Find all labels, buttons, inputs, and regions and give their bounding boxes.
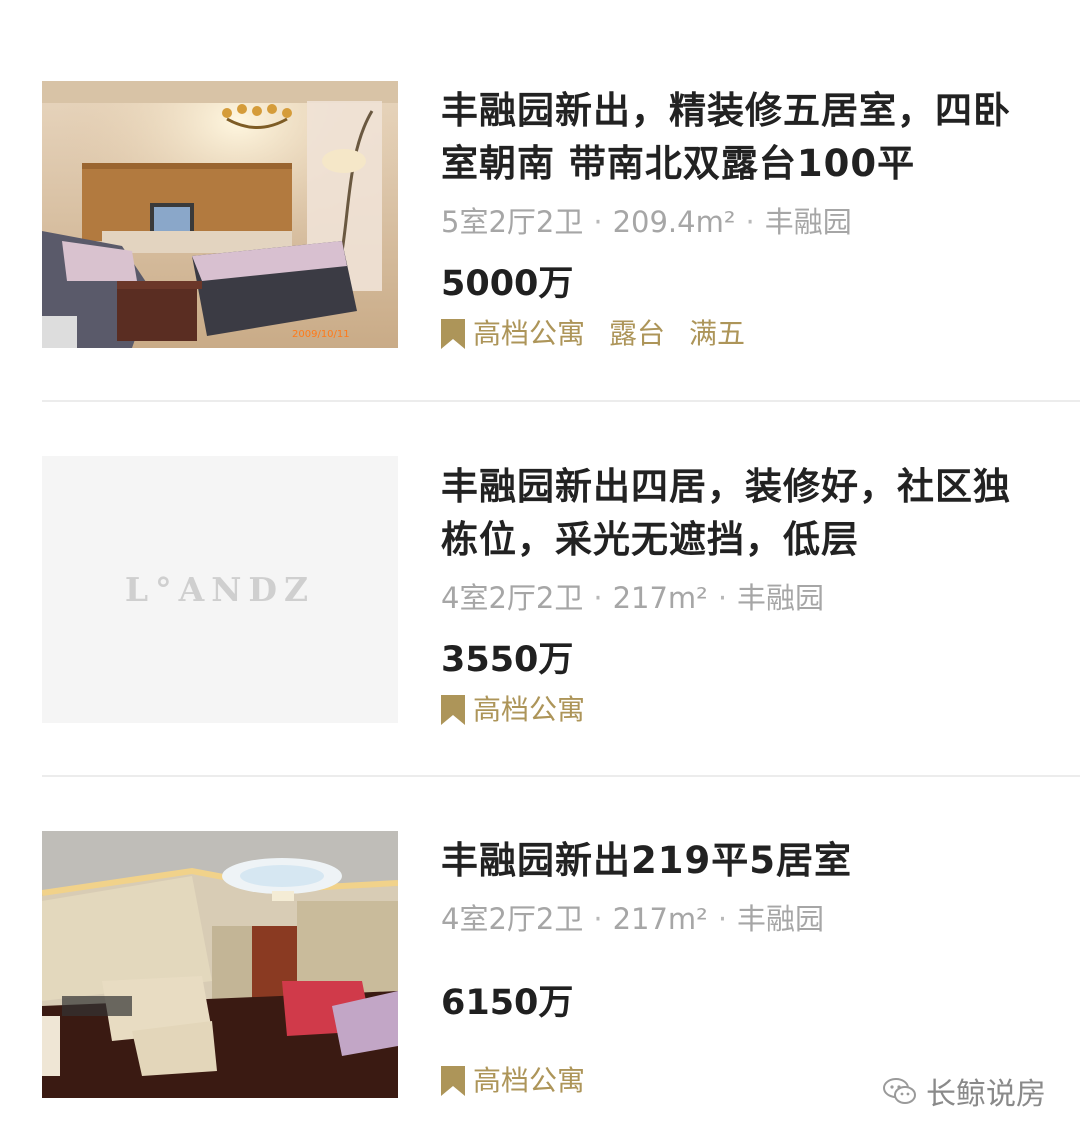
channel-watermark: 长鲸说房 [882, 1069, 1046, 1113]
rooms: 4室2厅2卫 [441, 902, 584, 936]
listing-meta-1: 5室2厅2卫 · 209.4m² · 丰融园 [441, 202, 1041, 242]
separator: · [593, 205, 603, 239]
tag: 露台 [609, 317, 666, 350]
divider [42, 775, 1080, 777]
listing-photo-3[interactable] [42, 831, 398, 1098]
listing-title-2[interactable]: 丰融园新出四居，装修好，社区独栋位，采光无遮挡，低层 [441, 460, 1041, 566]
listing-title-3[interactable]: 丰融园新出219平5居室 [441, 834, 1041, 887]
listing-price-2: 3550万 [441, 640, 574, 680]
brand-logo-placeholder: L°ANDZ [124, 570, 316, 609]
listing-title-1[interactable]: 丰融园新出，精装修五居室，四卧室朝南 带南北双露台100平 [441, 84, 1041, 190]
tag: 高档公寓 [473, 1064, 586, 1097]
listing-price-3: 6150万 [441, 983, 574, 1023]
bookmark-icon [441, 1066, 465, 1096]
bookmark-icon [441, 695, 465, 725]
listing-photo-1[interactable]: 2009/10/11 [42, 81, 398, 348]
separator: · [593, 581, 603, 615]
listing-meta-2: 4室2厅2卫 · 217m² · 丰融园 [441, 578, 1041, 618]
photo-date-stamp: 2009/10/11 [292, 329, 350, 340]
rooms: 5室2厅2卫 [441, 205, 584, 239]
living-room-photo [42, 831, 398, 1098]
listing-price-1: 5000万 [441, 264, 574, 304]
listing-tags-2: 高档公寓 [441, 690, 1041, 730]
tag: 高档公寓 [473, 317, 586, 350]
wechat-icon [883, 1078, 916, 1104]
separator: · [745, 205, 755, 239]
separator: · [593, 902, 603, 936]
area: 209.4m² [612, 205, 736, 239]
separator: · [717, 581, 728, 615]
listing-tags-1: 高档公寓 露台 满五 [441, 314, 1041, 354]
area: 217m² [612, 902, 708, 936]
listing-photo-placeholder-2[interactable]: L°ANDZ [42, 456, 398, 723]
community: 丰融园 [737, 581, 825, 615]
tag: 高档公寓 [473, 693, 586, 726]
bookmark-icon [441, 319, 465, 349]
living-room-photo: 2009/10/11 [42, 81, 398, 348]
community: 丰融园 [764, 205, 852, 239]
area: 217m² [612, 581, 708, 615]
rooms: 4室2厅2卫 [441, 581, 584, 615]
watermark-text: 长鲸说房 [926, 1077, 1046, 1112]
divider [42, 400, 1080, 402]
separator: · [717, 902, 728, 936]
community: 丰融园 [737, 902, 825, 936]
tag: 满五 [689, 317, 746, 350]
listing-meta-3: 4室2厅2卫 · 217m² · 丰融园 [441, 899, 1041, 939]
